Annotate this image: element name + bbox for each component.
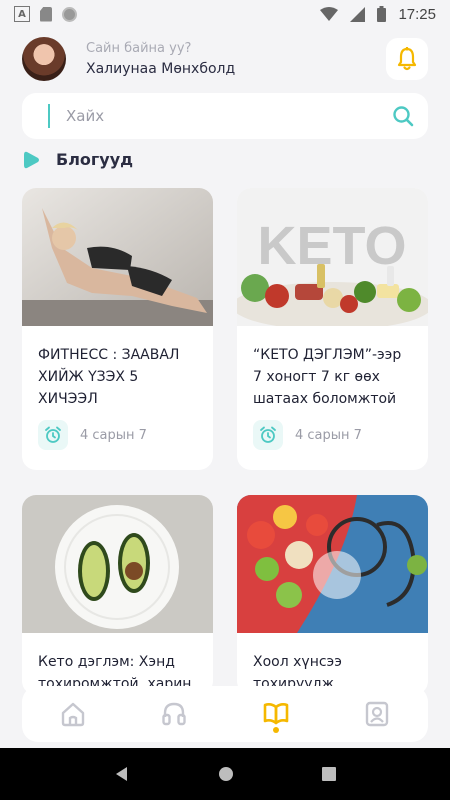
search-box[interactable] [22, 93, 428, 139]
card-date: 4 сарын 7 [295, 427, 362, 443]
nav-profile[interactable] [352, 689, 402, 739]
active-indicator [272, 727, 279, 733]
greeting-text: Сайн байна уу? [86, 41, 192, 56]
blog-card[interactable]: KETO “КЕТО ДЭГЛЭМ”-ээр 7 хоногт 7 кг өөх… [237, 188, 428, 470]
headphones-icon [162, 702, 186, 726]
card-title: ФИТНЕСС : ЗААВАЛ ХИЙЖ ҮЗЭХ 5 ХИЧЭЭЛ [38, 347, 180, 407]
keto-image-text: KETO [257, 216, 406, 276]
system-nav-bar [0, 748, 450, 800]
notification-a-icon: A [14, 6, 30, 22]
bell-icon [397, 47, 417, 71]
sync-icon [62, 6, 77, 22]
recents-icon[interactable] [322, 767, 336, 781]
avatar[interactable] [22, 37, 66, 81]
card-image-healthy-food [237, 495, 428, 633]
back-icon[interactable] [114, 766, 130, 782]
card-title: “КЕТО ДЭГЛЭМ”-ээр 7 хоногт 7 кг өөх шата… [253, 347, 402, 407]
notification-button[interactable] [386, 38, 428, 80]
nav-home[interactable] [48, 689, 98, 739]
username: Халиунаа Мөнхболд [86, 61, 236, 77]
battery-icon [377, 6, 387, 22]
blog-card[interactable]: Кето дэглэм: Хэнд тохиромжтой, харин [22, 495, 213, 695]
card-image-fitness [22, 188, 213, 326]
alarm-clock-icon [253, 420, 283, 450]
card-image-avocado [22, 495, 213, 633]
header: Сайн байна уу? Халиунаа Мөнхболд [22, 36, 428, 82]
home-circle-icon[interactable] [218, 766, 234, 782]
search-icon[interactable] [392, 105, 414, 127]
wifi-icon [320, 7, 339, 21]
blog-card[interactable]: Хоол хүнсээ тохируулж харгалзах [237, 495, 428, 695]
alarm-clock-icon [38, 420, 68, 450]
status-time: 17:25 [398, 5, 436, 23]
search-input[interactable] [66, 107, 392, 125]
card-meta: 4 сарын 7 [22, 420, 213, 450]
blog-card[interactable]: ФИТНЕСС : ЗААВАЛ ХИЙЖ ҮЗЭХ 5 ХИЧЭЭЛ 4 са… [22, 188, 213, 470]
book-icon [263, 703, 289, 725]
profile-icon [366, 701, 389, 727]
search-cursor [48, 104, 50, 128]
card-image-keto: KETO [237, 188, 428, 326]
card-meta: 4 сарын 7 [237, 420, 428, 450]
signal-icon [350, 6, 366, 22]
nav-audio[interactable] [149, 689, 199, 739]
blogs-section-header: Блогууд [24, 150, 133, 169]
card-date: 4 сарын 7 [80, 427, 147, 443]
sd-card-icon [40, 6, 52, 22]
nav-blog[interactable] [251, 689, 301, 739]
play-bullet-icon [24, 151, 39, 168]
status-bar: A 17:25 [0, 0, 450, 28]
section-title: Блогууд [56, 150, 134, 169]
home-icon [61, 702, 84, 727]
bottom-nav [22, 686, 428, 742]
